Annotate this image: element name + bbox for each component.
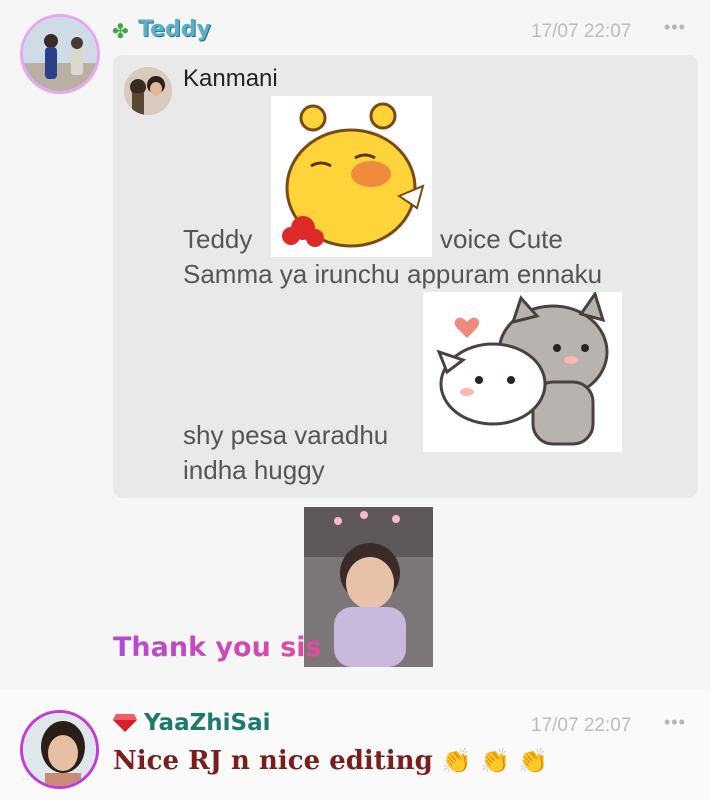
comment-text-row: Nice RJ n nice editing 👏 👏 👏 xyxy=(113,746,548,776)
comment-card xyxy=(0,690,710,800)
quoted-text-line: Teddy xyxy=(183,224,253,254)
comment-text: Nice RJ n nice editing xyxy=(113,746,433,776)
clover-icon: ✤ xyxy=(112,21,129,43)
avatar[interactable] xyxy=(20,710,99,789)
yellow-bear-sticker xyxy=(271,96,432,257)
post-message: Thank you sis xyxy=(113,632,322,663)
quoted-text-line: indha huggy xyxy=(183,455,325,485)
quoted-text-line: Samma ya irunchu appuram ennaku xyxy=(183,259,603,289)
more-options-icon[interactable]: ••• xyxy=(664,712,686,733)
avatar[interactable] xyxy=(20,14,100,94)
clapping-hands-icon: 👏 👏 👏 xyxy=(441,746,549,775)
username[interactable]: YaaZhiSai xyxy=(144,710,271,736)
more-options-icon[interactable]: ••• xyxy=(664,17,686,38)
avatar-photo xyxy=(124,67,172,115)
cats-hug-sticker xyxy=(423,292,622,452)
quoted-text-line: voice Cute xyxy=(440,224,563,254)
attached-photo[interactable] xyxy=(304,507,433,667)
quoted-author-name: Kanmani xyxy=(183,65,278,92)
gem-icon xyxy=(113,714,137,732)
quoted-text-line: shy pesa varadhu xyxy=(183,420,389,450)
photo-image xyxy=(304,507,433,667)
username[interactable]: Teddy xyxy=(138,17,211,42)
timestamp: 17/07 22:07 xyxy=(531,715,632,736)
timestamp: 17/07 22:07 xyxy=(531,21,632,42)
quoted-author-avatar xyxy=(124,67,172,115)
